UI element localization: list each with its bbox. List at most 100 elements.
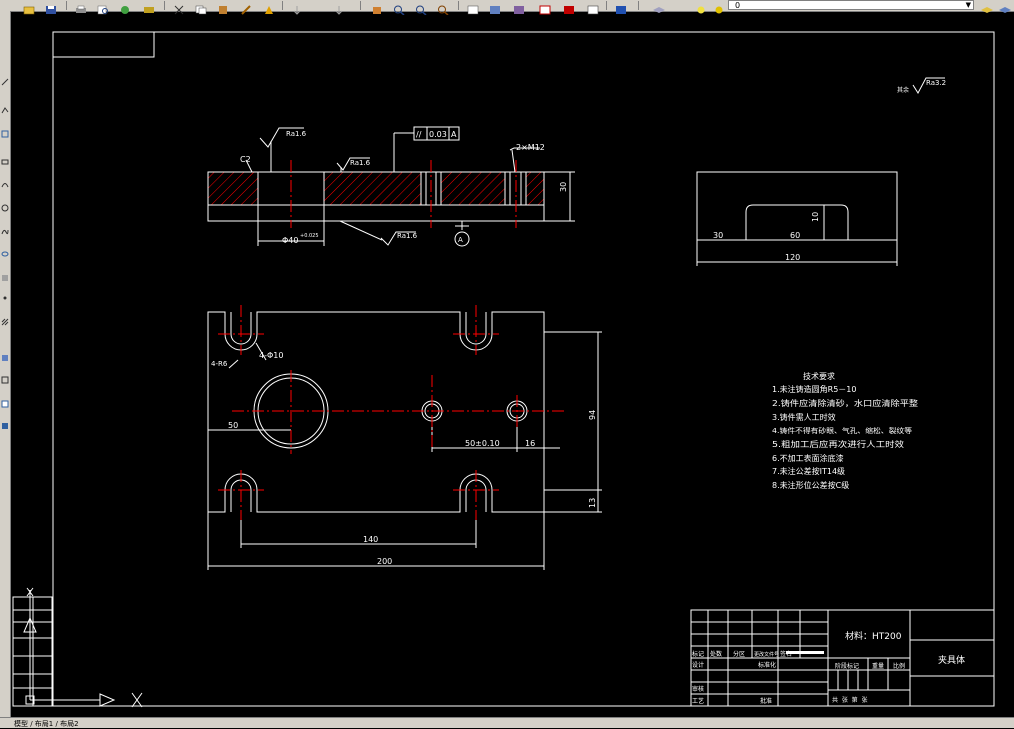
tech-requirements-title: 技术要求 [803,371,835,381]
open-icon[interactable] [22,0,36,15]
hatch-region [526,172,544,205]
table-icon[interactable] [1,393,9,408]
note-radius: 4-R6 [211,360,228,368]
title-block-review: 审核 [692,685,704,693]
zoom-previous-icon[interactable] [436,0,450,16]
dim-200: 200 [377,557,392,566]
arc-icon[interactable] [1,173,9,188]
drawing-canvas[interactable]: 其余 Ra3.2 C2 Ra1.6 Ra1.6 Ra1.6 // 0.03 A … [11,12,1014,717]
parallelism-datum: A [451,130,457,139]
print-icon[interactable] [74,0,88,13]
datum-label: A [458,236,463,244]
calc-icon[interactable] [562,0,576,14]
tech-requirement-item: 1.未注铸造圆角R5－10 [772,384,856,394]
region-icon[interactable] [1,369,9,384]
tool-palette-icon[interactable] [488,0,502,14]
dim-bore-tolerance: +0.025 [300,233,319,239]
title-block: 标记 处数 分区 更改文件号 签名 设计 标准化 审核 工艺 批准 阶段标记 重… [690,609,995,707]
line-icon[interactable] [1,71,9,86]
slot-view: 30 60 10 120 [696,171,898,266]
markup-icon[interactable] [538,0,552,15]
polygon-icon[interactable] [1,123,9,138]
spline-icon[interactable] [1,221,9,235]
title-block-weight: 重量 [872,662,884,670]
title-block-standardize: 标准化 [758,661,776,669]
point-icon[interactable] [1,287,9,300]
redo-icon[interactable] [332,0,346,15]
tech-requirement-item: 2.铸件应清除清砂，水口应清除平整 [772,398,918,408]
ellipse-icon[interactable] [1,243,9,257]
insert-block-icon[interactable] [1,267,9,281]
title-block-label: 处数 [710,650,722,658]
parallelism-value: 0.03 [429,130,447,139]
dim-slot-left: 30 [713,231,723,240]
zoom-window-icon[interactable] [414,0,428,16]
chevron-down-icon[interactable]: ▼ [966,1,971,10]
title-block-design: 设计 [692,661,704,669]
grid-icon[interactable] [586,0,600,15]
save-icon[interactable] [44,0,58,14]
roughness-note-value: Ra3.2 [926,79,946,87]
roughness-bottom: Ra1.6 [397,232,418,240]
layer-name: 0 [735,1,741,10]
preview-icon[interactable] [96,0,110,15]
tech-requirement-item: 3.铸件需人工时效 [772,412,836,422]
tech-requirement-item: 5.粗加工后应再次进行人工时效 [772,439,904,449]
dim-slot-total: 120 [785,253,800,262]
dim-pitch: 50±0.10 [465,439,500,448]
roughness-note-label: 其余 [897,86,909,94]
tech-requirement-item: 8.未注形位公差按C级 [772,480,849,490]
publish-icon[interactable] [118,0,132,14]
pan-icon[interactable] [370,0,384,14]
properties-icon[interactable] [466,0,480,15]
title-block-stage: 阶段标记 [835,662,859,670]
match-icon[interactable] [240,0,254,15]
slot-outline [696,171,898,241]
dim-140: 140 [363,535,378,544]
mtext-icon[interactable] [1,415,9,429]
gradient-icon[interactable] [1,347,9,361]
hole-note: 2×M12 [516,143,545,152]
dim-thickness: 30 [559,182,568,192]
dim-slot-width: 60 [790,231,800,240]
lightbulb-icon[interactable] [694,0,708,14]
title-block-label: 签名 [780,650,792,658]
parallelism-symbol: // [416,130,422,139]
hatch-icon[interactable] [1,311,9,326]
sun-icon[interactable] [712,0,726,14]
rectangle-icon[interactable] [1,151,9,165]
tech-requirement-item: 4.铸件不得有砂眼、气孔、缩松、裂纹等 [772,426,912,435]
dim-13: 13 [588,498,597,508]
sheet-set-icon[interactable] [512,0,526,14]
layer-manager-icon[interactable] [652,0,666,13]
roughness-top-left: Ra1.6 [286,130,307,138]
dim-slot-depth: 10 [811,212,820,222]
layer-dropdown[interactable]: 0 ▼ [728,0,974,10]
layer-state-icon[interactable] [262,0,276,14]
zoom-icon[interactable] [392,0,406,16]
layer-tools-icon[interactable] [998,0,1012,13]
dim-50: 50 [228,421,238,430]
circle-icon[interactable] [1,197,9,212]
ucs-icon [23,587,143,708]
layer-previous-icon[interactable] [980,0,994,13]
hatch-region [208,172,258,205]
plan-view: 4-R6 4-Φ10 50 50±0.10 16 94 13 140 200 [207,305,602,570]
copy-icon[interactable] [194,0,208,15]
design-center-icon[interactable] [142,0,156,13]
standard-toolbar: 0 ▼ [0,0,1014,16]
section-view: C2 Ra1.6 Ra1.6 Ra1.6 // 0.03 A 2×M12 30 … [207,126,575,247]
dim-bore: Φ40 [282,236,298,245]
polyline-icon[interactable] [1,99,9,114]
undo-icon[interactable] [290,0,304,15]
hatch-region [441,172,505,205]
paste-icon[interactable] [216,0,230,14]
left-table [12,596,53,707]
dim-16: 16 [525,439,535,448]
layout-tabs[interactable]: 模型 / 布局1 / 布局2 [14,719,79,729]
cut-icon[interactable] [172,0,186,15]
layout-tabs-bar: 模型 / 布局1 / 布局2 [0,717,1014,728]
title-block-sheets: 共 张 第 张 [832,696,867,704]
help-icon[interactable] [614,0,628,14]
chamfer-label: C2 [240,155,251,164]
